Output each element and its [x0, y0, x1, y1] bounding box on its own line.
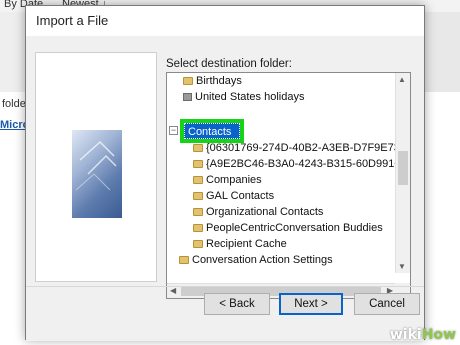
- tree-item[interactable]: Recipient Cache: [193, 236, 287, 252]
- destination-folder-label: Select destination folder:: [166, 58, 292, 70]
- folder-icon: [179, 256, 189, 264]
- import-file-dialog: Import a File Select destination folder:…: [25, 5, 425, 341]
- next-button[interactable]: Next >: [279, 293, 343, 315]
- collapse-toggle-icon[interactable]: −: [169, 126, 178, 135]
- folder-icon: [193, 240, 203, 248]
- vertical-scrollbar[interactable]: ▲ ▼: [395, 73, 410, 273]
- scroll-down-icon[interactable]: ▼: [398, 262, 406, 271]
- tree-item[interactable]: Companies: [193, 172, 262, 188]
- dialog-body: Select destination folder: Birthdays Uni…: [26, 36, 424, 341]
- tree-item-contacts-selected[interactable]: Contacts: [184, 123, 240, 139]
- tree-item[interactable]: GAL Contacts: [193, 188, 274, 204]
- wikihow-watermark: wikiHow: [389, 327, 456, 343]
- tree-item[interactable]: {A9E2BC46-B3A0-4243-B315-60D9910445: [193, 156, 410, 172]
- cancel-button[interactable]: Cancel: [354, 293, 420, 315]
- tree-item[interactable]: United States holidays: [183, 89, 304, 105]
- folder-icon: [193, 144, 203, 152]
- scroll-left-icon[interactable]: ◀: [170, 286, 176, 295]
- arrow-graphic-icon: [75, 140, 117, 191]
- wizard-art-image: [72, 130, 122, 218]
- calendar-icon: [183, 93, 192, 101]
- button-divider: [26, 286, 424, 287]
- wizard-art-panel: [35, 52, 157, 282]
- folder-icon: [193, 208, 203, 216]
- folder-tree[interactable]: Birthdays United States holidays − Conta…: [166, 72, 411, 299]
- scroll-up-icon[interactable]: ▲: [398, 75, 406, 84]
- dialog-title: Import a File: [26, 6, 424, 36]
- folder-icon: [193, 224, 203, 232]
- folder-icon: [183, 77, 193, 85]
- tree-item[interactable]: PeopleCentricConversation Buddies: [193, 220, 383, 236]
- vertical-scroll-thumb[interactable]: [398, 151, 408, 185]
- tree-item[interactable]: Organizational Contacts: [193, 204, 323, 220]
- folder-icon: [193, 192, 203, 200]
- folder-icon: [193, 176, 203, 184]
- tree-item[interactable]: {06301769-274D-40B2-A3EB-D7F9E73727D: [193, 140, 410, 156]
- tree-item[interactable]: Birthdays: [183, 73, 242, 89]
- folder-icon: [193, 160, 203, 168]
- back-button[interactable]: < Back: [204, 293, 270, 315]
- tree-item[interactable]: Conversation Action Settings: [179, 252, 333, 268]
